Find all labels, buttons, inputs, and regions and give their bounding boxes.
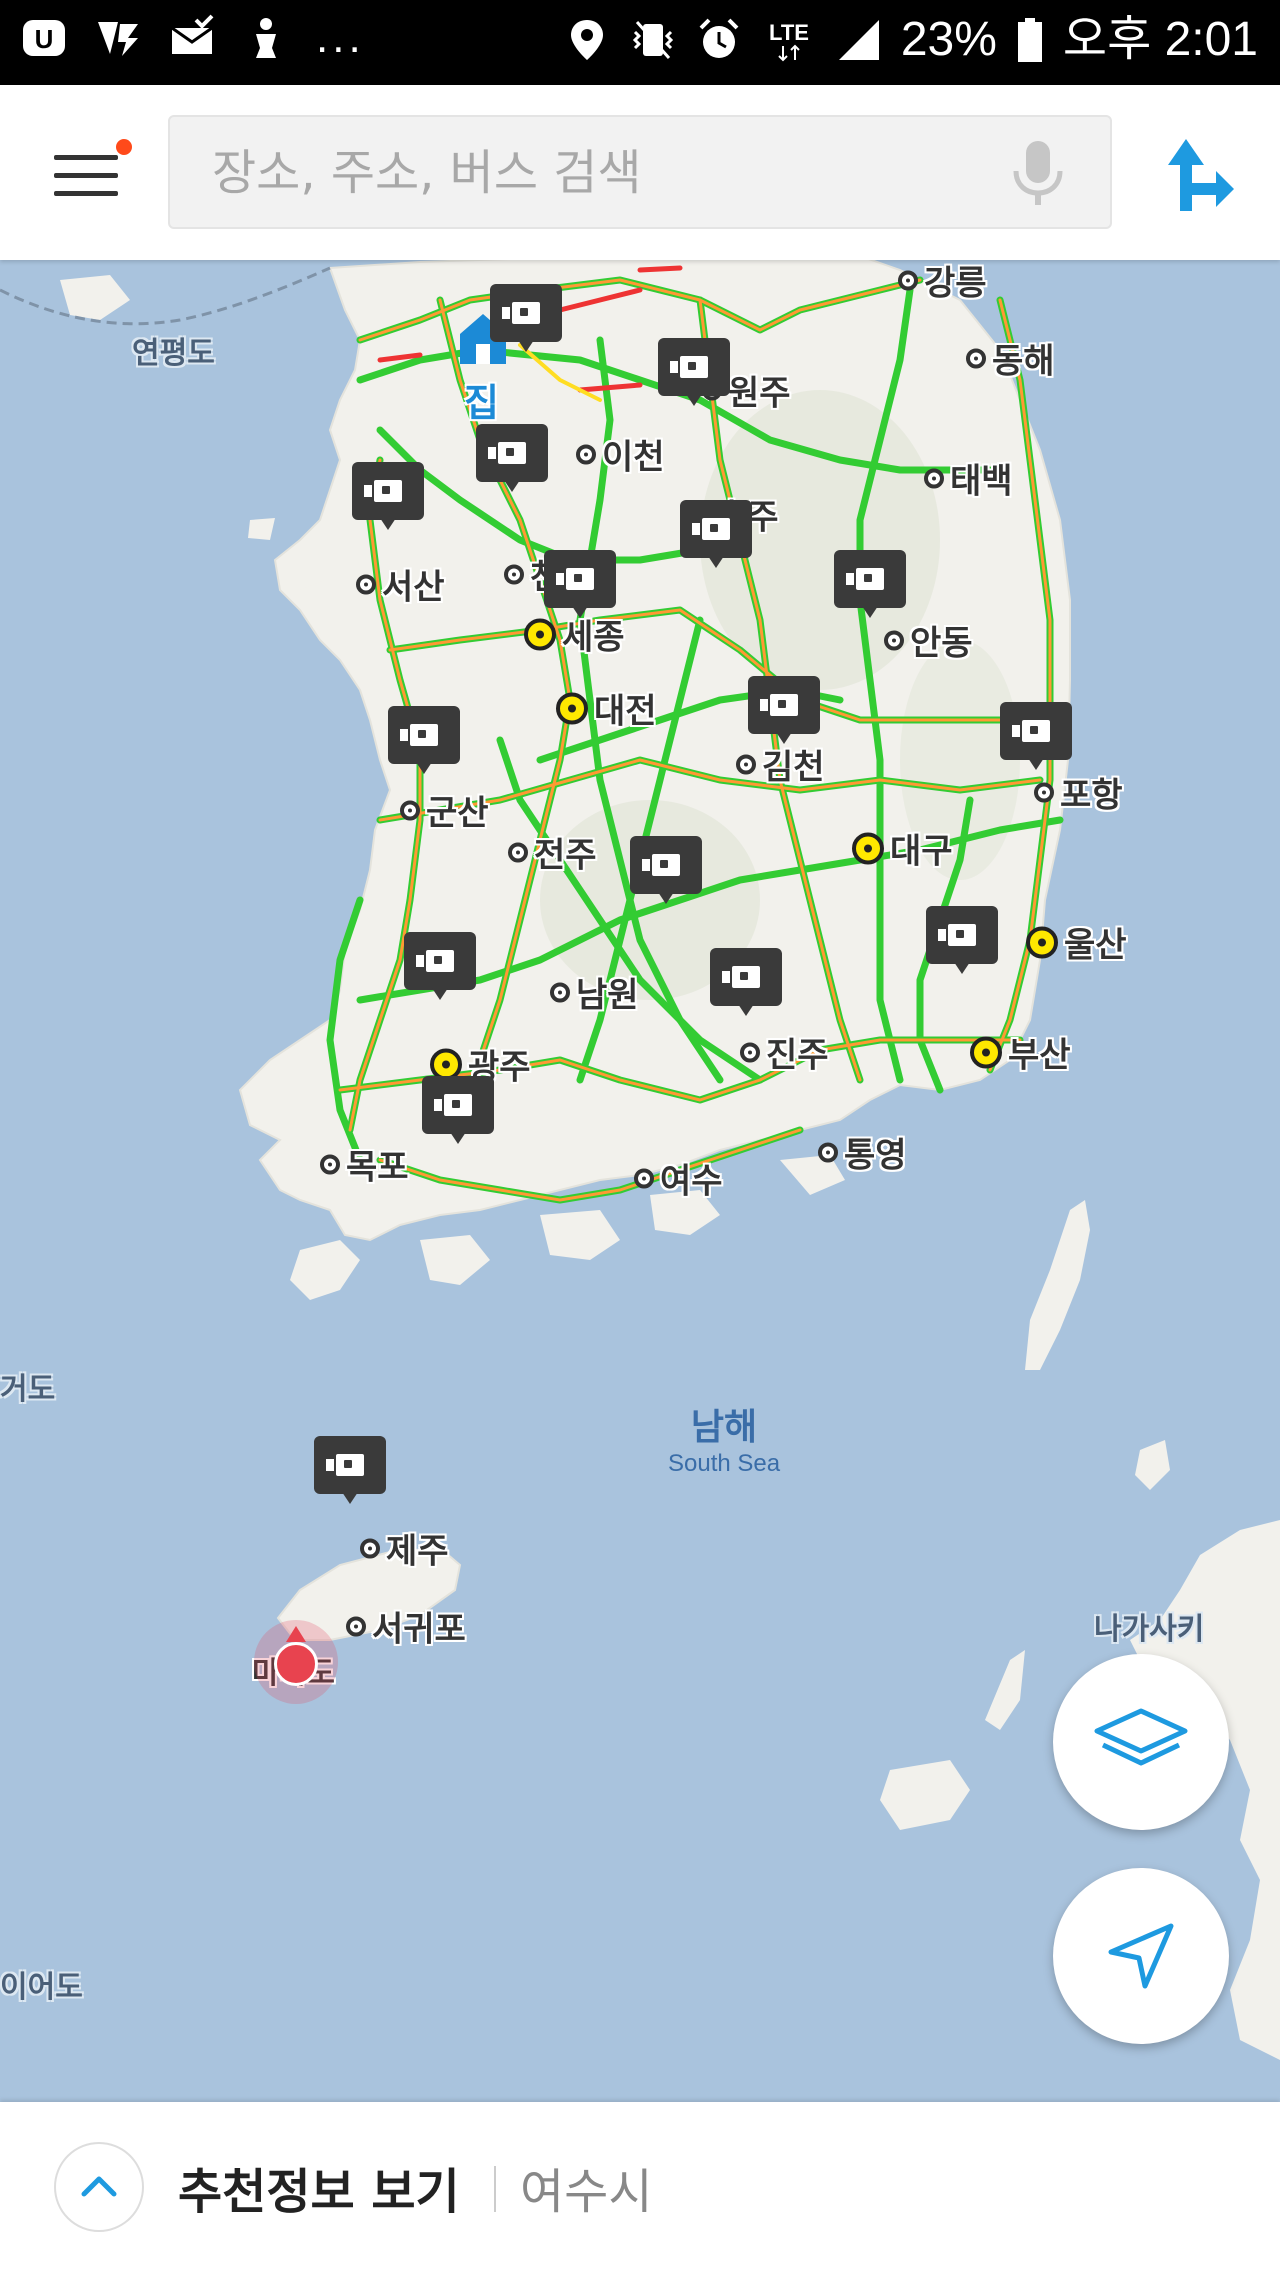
cctv-icon[interactable]: [658, 338, 730, 410]
notification-dot: [116, 139, 132, 155]
city-seosan[interactable]: 서산: [356, 560, 445, 609]
cctv-icon[interactable]: [544, 550, 616, 622]
cctv-icon[interactable]: [710, 948, 782, 1020]
layers-button[interactable]: [1053, 1654, 1229, 1830]
city-tongyeong[interactable]: 통영: [818, 1128, 907, 1177]
city-daejeon[interactable]: 대전: [556, 684, 657, 733]
notification-icon: [242, 14, 290, 62]
city-gangneung[interactable]: 강릉: [898, 260, 987, 305]
cctv-icon[interactable]: [476, 424, 548, 496]
search-header: [0, 85, 1280, 260]
city-daegu[interactable]: 대구: [852, 824, 953, 873]
cctv-icon[interactable]: [926, 906, 998, 978]
status-bar: U ... LTE 23% 오후 2:01: [0, 0, 1280, 85]
directions-icon[interactable]: [1158, 135, 1238, 215]
mail-icon: [168, 14, 216, 62]
sea-label: 남해 South Sea: [668, 1398, 780, 1478]
cctv-icon[interactable]: [422, 1076, 494, 1148]
cctv-icon[interactable]: [834, 550, 906, 622]
region-nagasaki: 나가사키: [1094, 1612, 1205, 1647]
city-mokpo[interactable]: 목포: [320, 1140, 409, 1189]
map-area[interactable]: 연평도 거도 이어도 나가사키 남해 South Sea 집 강릉 동해 원주 …: [0, 260, 1280, 2102]
city-gunsan[interactable]: 군산: [400, 786, 489, 835]
location-icon: [563, 16, 611, 64]
region-ieodo: 이어도: [0, 1970, 83, 2005]
city-pohang[interactable]: 포항: [1034, 768, 1123, 817]
cctv-icon[interactable]: [680, 500, 752, 572]
west-sea-islands: [60, 275, 350, 1100]
expand-button[interactable]: [54, 2142, 144, 2232]
cctv-icon[interactable]: [748, 676, 820, 748]
boundary-line: [0, 266, 331, 326]
more-notifications: ...: [316, 13, 365, 62]
region-geodo: 거도: [0, 1372, 56, 1407]
lte-icon: LTE: [761, 16, 817, 64]
navigation-arrow-icon: [1108, 1923, 1174, 1989]
city-jeju[interactable]: 제주: [360, 1524, 449, 1573]
cctv-icon[interactable]: [388, 706, 460, 778]
city-donghae[interactable]: 동해: [966, 334, 1055, 383]
city-icheon[interactable]: 이천: [576, 430, 665, 479]
sea-label-korean: 남해: [690, 1407, 758, 1448]
battery-percent: 23%: [900, 13, 997, 66]
chevron-up-icon: [81, 2176, 117, 2197]
home-label: 집: [464, 381, 499, 425]
city-ulsan[interactable]: 울산: [1026, 918, 1127, 967]
region-yeonpyeongdo: 연평도: [132, 336, 215, 371]
city-andong[interactable]: 안동: [884, 616, 973, 665]
svg-text:LTE: LTE: [769, 20, 809, 45]
city-yeosu[interactable]: 여수: [634, 1154, 723, 1203]
svg-text:U: U: [35, 24, 54, 54]
current-area-label: 여수시: [520, 2164, 653, 2220]
divider: [494, 2166, 496, 2212]
cctv-icon[interactable]: [314, 1436, 386, 1508]
v3-icon: [94, 14, 142, 62]
microphone-icon[interactable]: [1006, 139, 1070, 209]
cctv-icon[interactable]: [1000, 702, 1072, 774]
locate-button[interactable]: [1053, 1868, 1229, 2044]
cctv-icon[interactable]: [490, 284, 562, 356]
cctv-icon[interactable]: [404, 932, 476, 1004]
search-box[interactable]: [168, 115, 1112, 229]
tsushima-island: [1025, 1200, 1170, 1490]
city-taebaek[interactable]: 태백: [924, 454, 1013, 503]
recommend-info-link[interactable]: 추천정보 보기: [178, 2152, 460, 2222]
cctv-icon[interactable]: [352, 462, 424, 534]
menu-button[interactable]: [40, 133, 132, 213]
city-seogwipo[interactable]: 서귀포: [346, 1602, 466, 1651]
signal-icon: [835, 16, 883, 64]
city-busan[interactable]: 부산: [970, 1028, 1071, 1077]
current-location-marker[interactable]: [254, 1620, 338, 1704]
clock: 오후 2:01: [1062, 13, 1258, 66]
cctv-icon[interactable]: [630, 836, 702, 908]
vibrate-icon: [629, 16, 677, 64]
layers-icon: [1094, 1708, 1188, 1766]
alarm-icon: [695, 16, 743, 64]
bottom-bar: 추천정보 보기 여수시: [0, 2102, 1280, 2275]
city-jeonju[interactable]: 전주: [508, 828, 597, 877]
u-plus-icon: U: [20, 14, 68, 62]
search-input[interactable]: [210, 117, 994, 229]
city-jinju[interactable]: 진주: [740, 1028, 829, 1077]
city-namwon[interactable]: 남원: [550, 968, 639, 1017]
battery-icon: [1015, 16, 1045, 64]
sea-label-english: South Sea: [668, 1450, 781, 1477]
